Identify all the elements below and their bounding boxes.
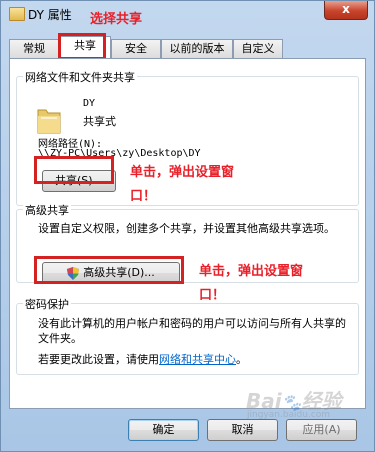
highlight-tab-sharing bbox=[58, 33, 106, 60]
tab-customize[interactable]: 自定义 bbox=[233, 39, 283, 58]
properties-window: DY 属性 x 选择共享 常规 共享 安全 以前的版本 自定义 网络文件和文件夹… bbox=[0, 0, 375, 452]
tab-previous-versions[interactable]: 以前的版本 bbox=[161, 39, 233, 58]
group-title: 高级共享 bbox=[23, 202, 71, 218]
password-protection-group: 密码保护 没有此计算机的用户帐户和密码的用户可以访问与所有人共享的文件夹。 若要… bbox=[16, 296, 359, 375]
group-title: 密码保护 bbox=[23, 296, 71, 312]
ok-button[interactable]: 确定 bbox=[128, 419, 199, 441]
apply-button[interactable]: 应用(A) bbox=[286, 419, 357, 441]
annotation-advanced-popup: 单击，弹出设置窗口！ bbox=[199, 264, 304, 303]
folder-icon bbox=[9, 7, 25, 21]
cancel-button[interactable]: 取消 bbox=[207, 419, 278, 441]
tab-content: 网络文件和文件夹共享 DY 共享式 网络路径(N): \\ZY-PC\Users… bbox=[9, 58, 366, 409]
change-suffix: 。 bbox=[236, 353, 247, 366]
folder-status: 共享式 bbox=[83, 115, 116, 128]
annotation-select-share: 选择共享 bbox=[90, 12, 143, 27]
password-change-line: 若要更改此设置，请使用网络和共享中心。 bbox=[38, 351, 247, 367]
tab-security[interactable]: 安全 bbox=[111, 39, 161, 58]
window-title: DY 属性 bbox=[28, 8, 72, 22]
close-button[interactable]: x bbox=[324, 1, 368, 20]
title-bar[interactable]: DY 属性 x bbox=[1, 1, 374, 29]
folder-name: DY bbox=[83, 98, 96, 109]
highlight-share-button bbox=[34, 156, 114, 184]
tab-general[interactable]: 常规 bbox=[9, 39, 59, 58]
highlight-advanced-button bbox=[34, 256, 184, 284]
change-text: 若要更改此设置，请使用 bbox=[38, 353, 159, 366]
group-title: 网络文件和文件夹共享 bbox=[23, 69, 137, 85]
network-sharing-center-link[interactable]: 网络和共享中心 bbox=[159, 353, 236, 366]
folder-icon bbox=[37, 109, 61, 134]
annotation-share-popup: 单击，弹出设置窗口！ bbox=[130, 165, 235, 204]
advanced-description: 设置自定义权限，创建多个共享，并设置其他高级共享选项。 bbox=[38, 222, 335, 235]
password-description: 没有此计算机的用户帐户和密码的用户可以访问与所有人共享的文件夹。 bbox=[38, 317, 346, 345]
